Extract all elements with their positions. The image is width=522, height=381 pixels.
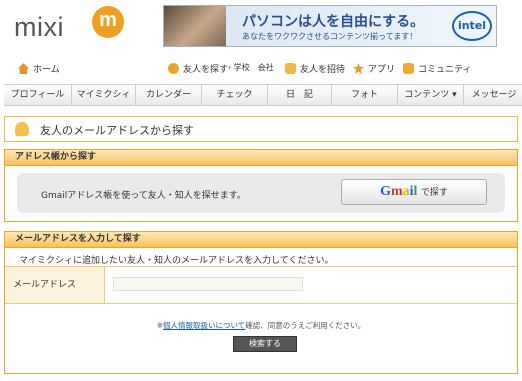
community-label: コミュニティ — [418, 65, 472, 75]
tab-calendar[interactable]: カレンダー — [136, 85, 202, 105]
tab-contents[interactable]: コンテンツ ▾ — [398, 85, 464, 105]
search-submit-button[interactable]: 検索する — [233, 336, 297, 352]
apps-link[interactable]: アプリ — [353, 62, 395, 75]
search-friends-icon — [168, 63, 179, 74]
find-friends-label: 友人を探す — [183, 65, 229, 75]
email-field[interactable] — [113, 277, 303, 291]
mail-icon — [285, 63, 296, 74]
home-link[interactable]: ホーム — [18, 62, 60, 75]
tab-messages[interactable]: メッセージ — [464, 85, 522, 105]
user-icon — [15, 122, 29, 136]
gmail-description: Gmailアドレス帳を使って友人・知人を探せます。 — [41, 191, 246, 201]
school-company-label: › 学校 会社 — [228, 63, 274, 72]
mixi-logo-badge: m — [92, 6, 124, 38]
address-book-heading: アドレス帳から探す — [4, 149, 518, 166]
find-friends-link[interactable]: 友人を探す — [168, 62, 228, 75]
ad-banner[interactable]: パソコンは人を自由にする。 あなたをワクワクさせるコンテンツ揃ってます！ int… — [163, 5, 497, 47]
page-title: 友人のメールアドレスから探す — [40, 124, 194, 137]
home-label: ホーム — [33, 65, 60, 75]
banner-photo — [164, 6, 226, 46]
apps-icon — [353, 63, 364, 74]
gmail-search-button[interactable]: Gmail で探す — [341, 179, 487, 205]
email-input-section: マイミクシィに追加したい友人・知人のメールアドレスを入力してください。 メールア… — [4, 248, 518, 374]
tab-check[interactable]: チェック — [202, 85, 268, 105]
invite-label: 友人を招待 — [300, 65, 346, 75]
tab-diary[interactable]: 日 記 — [268, 85, 332, 105]
banner-subline: あなたをワクワクさせるコンテンツ揃ってます！ — [242, 32, 418, 41]
community-link[interactable]: コミュニティ — [403, 62, 471, 75]
page-title-box: 友人のメールアドレスから探す — [4, 116, 518, 142]
apps-label: アプリ — [368, 65, 396, 75]
home-icon — [18, 63, 29, 74]
email-description: マイミクシィに追加したい友人・知人のメールアドレスを入力してください。 — [19, 256, 334, 266]
invite-friends-link[interactable]: 友人を招待 — [285, 62, 345, 75]
tab-profile[interactable]: プロフィール — [4, 85, 72, 105]
community-icon — [403, 63, 414, 74]
school-company-link[interactable]: › 学校 会社 — [228, 62, 274, 73]
gmail-button-label: で探す — [420, 188, 448, 198]
notice-suffix: 確認、同意のうえご利用ください。 — [245, 321, 366, 330]
gmail-logo-icon: Gmail — [380, 184, 418, 199]
address-book-section: Gmailアドレス帳を使って友人・知人を探せます。 Gmail で探す — [4, 166, 518, 222]
main-tabs: プロフィール マイミクシィ カレンダー チェック 日 記 フォト コンテンツ ▾… — [4, 84, 522, 106]
banner-headline: パソコンは人を自由にする。 — [242, 14, 425, 30]
email-input-heading: メールアドレスを入力して探す — [4, 231, 518, 248]
gmail-box: Gmailアドレス帳を使って友人・知人を探せます。 Gmail で探す — [17, 173, 505, 213]
email-field-label: メールアドレス — [5, 267, 105, 303]
intel-logo: intel — [452, 11, 492, 41]
privacy-notice: ※個人情報取扱いについて確認、同意のうえご利用ください。 — [5, 320, 517, 331]
email-form-row: メールアドレス — [5, 266, 517, 304]
tab-photo[interactable]: フォト — [332, 85, 398, 105]
privacy-policy-link[interactable]: 個人情報取扱いについて — [163, 321, 245, 330]
tab-mymixi[interactable]: マイミクシィ — [72, 85, 136, 105]
mixi-logo[interactable]: mixi — [14, 12, 64, 43]
